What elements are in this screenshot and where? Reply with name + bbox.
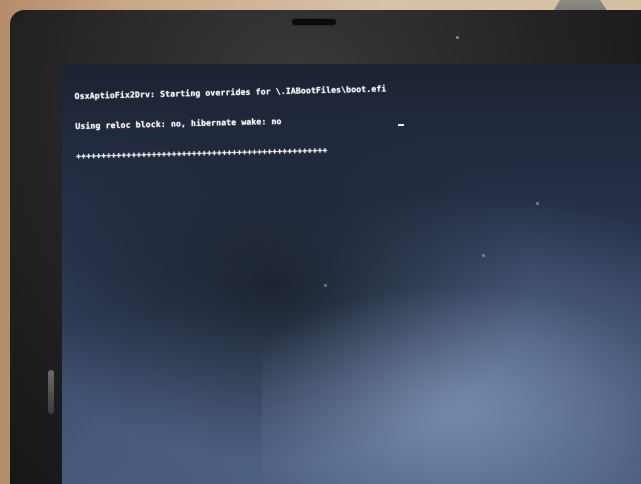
console-line-reloc: Using reloc block: no, hibernate wake: n… <box>75 115 282 131</box>
console-line-progress: ++++++++++++++++++++++++++++++++++++++++… <box>75 144 328 161</box>
boot-console: OsxAptioFix2Drv: Starting overrides for … <box>74 64 388 181</box>
screen-glare <box>262 284 641 484</box>
screen-dust <box>536 202 539 205</box>
laptop-screen: OsxAptioFix2Drv: Starting overrides for … <box>62 64 641 484</box>
webcam-icon <box>292 19 336 25</box>
text-cursor <box>397 123 405 127</box>
bezel-edge-highlight <box>48 370 54 414</box>
status-led <box>456 36 459 39</box>
console-line-overrides: OsxAptioFix2Drv: Starting overrides for … <box>74 83 387 101</box>
screen-dust <box>482 254 485 257</box>
screen-dust <box>324 284 327 287</box>
photo-scene: OsxAptioFix2Drv: Starting overrides for … <box>0 0 641 484</box>
